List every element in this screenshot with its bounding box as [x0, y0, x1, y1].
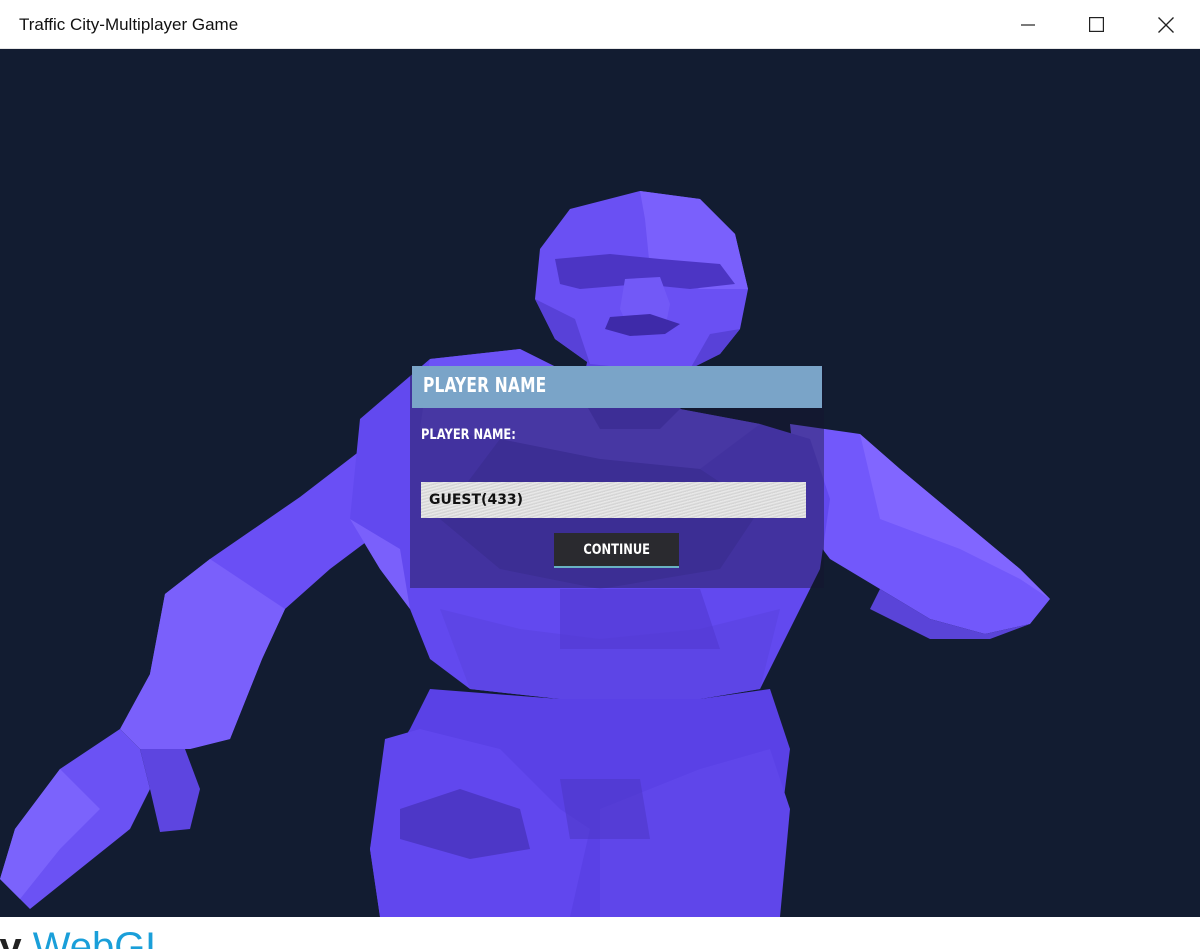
player-name-label: PLAYER NAME:: [421, 427, 516, 443]
game-canvas[interactable]: PLAYER NAME PLAYER NAME: CONTINUE: [0, 49, 1200, 917]
logo-text-part1: ty: [0, 925, 22, 949]
dialog-header: PLAYER NAME: [412, 366, 822, 408]
title-bar[interactable]: Traffic City-Multiplayer Game: [0, 0, 1200, 49]
player-name-input[interactable]: [421, 482, 806, 518]
unity-webgl-logo: ty WebGL: [0, 927, 168, 949]
maximize-icon: [1089, 17, 1104, 32]
close-button[interactable]: [1131, 0, 1200, 49]
minimize-button[interactable]: [993, 0, 1062, 49]
maximize-button[interactable]: [1062, 0, 1131, 49]
logo-text-part2: WebGL: [21, 925, 168, 949]
close-icon: [1157, 16, 1174, 33]
continue-button-label: CONTINUE: [583, 541, 650, 558]
player-name-dialog: PLAYER NAME PLAYER NAME: CONTINUE: [410, 366, 824, 588]
continue-button[interactable]: CONTINUE: [554, 533, 679, 568]
window-title: Traffic City-Multiplayer Game: [19, 15, 239, 34]
app-window: Traffic City-Multiplayer Game PLAYER NAM…: [0, 0, 1200, 949]
footer-strip: ty WebGL: [0, 917, 1200, 949]
dialog-title: PLAYER NAME: [423, 373, 547, 397]
minimize-icon: [1020, 23, 1035, 26]
